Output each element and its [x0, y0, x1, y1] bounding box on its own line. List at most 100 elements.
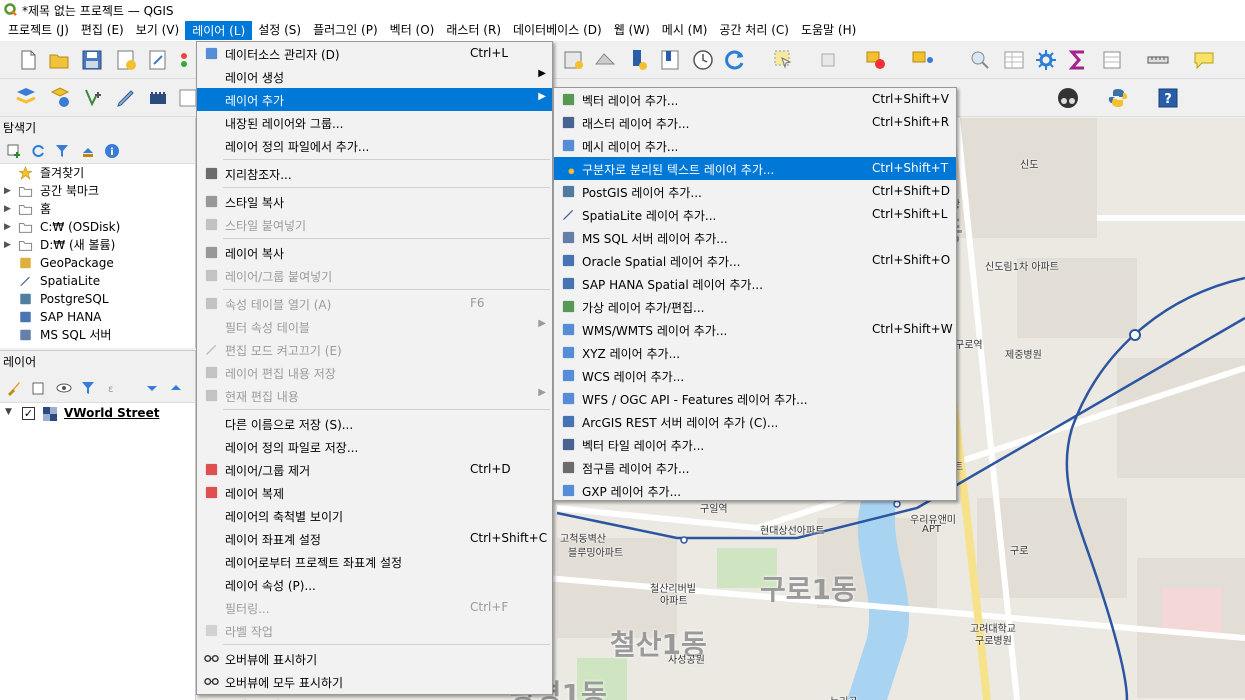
menu-11[interactable]: 공간 처리 (C): [713, 21, 795, 40]
add-layer-menu-item[interactable]: 점구름 레이어 추가...: [554, 456, 956, 479]
layer-menu-item[interactable]: 오버뷰에 모두 표시하기: [197, 670, 552, 693]
show-bookmarks-icon[interactable]: [658, 48, 682, 72]
browser-item[interactable]: SpatiaLite: [0, 272, 195, 290]
select-features-icon[interactable]: [772, 48, 796, 72]
layer-menu-item[interactable]: 레이어의 축척별 보이기: [197, 504, 552, 527]
add-layer-menu-item[interactable]: SAP HANA Spatial 레이어 추가...: [554, 272, 956, 295]
map-tips-icon[interactable]: [1192, 48, 1216, 72]
browser-item[interactable]: GeoPackage: [0, 254, 195, 272]
new-3d-view-icon[interactable]: [627, 48, 651, 72]
collapse-all-layers-icon[interactable]: [168, 380, 184, 396]
layer-menu-item[interactable]: 데이터소스 관리자 (D) Ctrl+L: [197, 42, 552, 65]
add-layer-menu-item[interactable]: GXP 레이어 추가...: [554, 479, 956, 502]
menu-7[interactable]: 래스터 (R): [440, 21, 507, 40]
add-layer-menu-item[interactable]: ArcGIS REST 서버 레이어 추가 (C)...: [554, 410, 956, 433]
statistics-sum-icon[interactable]: [1066, 48, 1090, 72]
add-layer-menu-item[interactable]: 벡터 레이어 추가... Ctrl+Shift+V: [554, 88, 956, 111]
layer-menu-item[interactable]: 내장된 레이어와 그룹...: [197, 111, 552, 134]
add-vector-layer-toolbar-icon[interactable]: [48, 86, 72, 110]
layer-menu-item[interactable]: 레이어 추가 ▶: [197, 88, 552, 111]
layer-menu-item[interactable]: 레이어 정의 파일에서 추가...: [197, 134, 552, 157]
layer-menu-item[interactable]: 레이어 복제: [197, 481, 552, 504]
manage-visibility-icon[interactable]: [56, 380, 72, 396]
menu-0[interactable]: 프로젝트 (J): [2, 21, 75, 40]
layer-visibility-checkbox[interactable]: ✓: [22, 407, 35, 420]
data-source-manager-icon[interactable]: [14, 86, 38, 110]
add-group-icon[interactable]: [30, 380, 46, 396]
add-layer-menu-item[interactable]: 벡터 타일 레이어 추가...: [554, 433, 956, 456]
menu-1[interactable]: 편집 (E): [75, 21, 130, 40]
plugin-manager-icon[interactable]: [1056, 86, 1080, 110]
help-contents-icon[interactable]: ?: [1156, 86, 1180, 110]
filter-icon[interactable]: [54, 143, 70, 159]
deselect-features-icon[interactable]: [864, 48, 888, 72]
menu-9[interactable]: 웹 (W): [608, 21, 656, 40]
add-layer-menu-item[interactable]: 래스터 레이어 추가... Ctrl+Shift+R: [554, 111, 956, 134]
layer-menu-item[interactable]: 다른 이름으로 저장 (S)...: [197, 412, 552, 435]
add-layer-menu-item[interactable]: WFS / OGC API - Features 레이어 추가...: [554, 387, 956, 410]
digitize-pencil-icon[interactable]: [114, 86, 138, 110]
browser-item[interactable]: 즐겨찾기: [0, 164, 195, 182]
add-layer-menu-item[interactable]: , 구분자로 분리된 텍스트 레이어 추가... Ctrl+Shift+T: [554, 157, 956, 180]
add-selected-icon[interactable]: [6, 143, 22, 159]
expand-arrow-icon[interactable]: ▶: [4, 182, 11, 200]
temporal-controller-icon[interactable]: [593, 48, 617, 72]
menu-4[interactable]: 설정 (S): [252, 21, 307, 40]
open-project-icon[interactable]: [48, 48, 72, 72]
layer-menu-item[interactable]: 지리참조자...: [197, 162, 552, 185]
add-layer-menu-item[interactable]: WMS/WMTS 레이어 추가... Ctrl+Shift+W: [554, 318, 956, 341]
gps-device-icon[interactable]: [146, 86, 170, 110]
layout-manager-icon[interactable]: [146, 48, 170, 72]
expand-arrow-icon[interactable]: ▶: [4, 236, 11, 254]
layer-row[interactable]: ▼ ✓ VWorld Street: [0, 403, 195, 425]
layer-menu-item[interactable]: 레이어 정의 파일로 저장...: [197, 435, 552, 458]
expand-all-icon[interactable]: [144, 380, 160, 396]
new-shapefile-icon[interactable]: [82, 86, 106, 110]
measure-line-icon[interactable]: [1146, 48, 1170, 72]
layer-menu-item[interactable]: 오버뷰에서 모두 감추기: [197, 693, 552, 700]
open-field-calculator-icon[interactable]: [1100, 48, 1124, 72]
new-bookmark-icon[interactable]: [562, 48, 586, 72]
filter-expression-icon[interactable]: ε: [106, 380, 122, 396]
add-layer-menu-item[interactable]: XYZ 레이어 추가...: [554, 341, 956, 364]
info-icon[interactable]: i: [104, 143, 120, 159]
browser-item[interactable]: SAP HANA: [0, 308, 195, 326]
layer-styling-icon[interactable]: [6, 380, 22, 396]
new-project-icon[interactable]: [16, 48, 40, 72]
menu-12[interactable]: 도움말 (H): [795, 21, 862, 40]
menu-8[interactable]: 데이터베이스 (D): [507, 21, 608, 40]
browser-item[interactable]: MS SQL 서버: [0, 326, 195, 344]
identify-features-icon[interactable]: [968, 48, 992, 72]
layer-menu-item[interactable]: 레이어 복사: [197, 241, 552, 264]
browser-refresh-icon[interactable]: [30, 143, 46, 159]
collapse-arrow-icon[interactable]: ▼: [5, 407, 12, 417]
menu-5[interactable]: 플러그인 (P): [307, 21, 384, 40]
add-layer-menu-item[interactable]: 메시 레이어 추가...: [554, 134, 956, 157]
select-by-value-icon[interactable]: [818, 48, 842, 72]
collapse-all-icon[interactable]: [80, 143, 96, 159]
menu-6[interactable]: 벡터 (O): [384, 21, 441, 40]
layer-menu-item[interactable]: 레이어 좌표계 설정 Ctrl+Shift+C: [197, 527, 552, 550]
browser-item[interactable]: PostgreSQL: [0, 290, 195, 308]
layer-menu-item[interactable]: 오버뷰에 표시하기: [197, 647, 552, 670]
expand-arrow-icon[interactable]: ▶: [4, 218, 11, 236]
layer-menu-item[interactable]: 레이어로부터 프로젝트 좌표계 설정: [197, 550, 552, 573]
add-layer-menu-item[interactable]: SpatiaLite 레이어 추가... Ctrl+Shift+L: [554, 203, 956, 226]
python-console-icon[interactable]: [1106, 86, 1130, 110]
processing-toolbox-icon[interactable]: [1034, 48, 1058, 72]
layer-menu-item[interactable]: 스타일 복사: [197, 190, 552, 213]
save-project-icon[interactable]: [80, 48, 104, 72]
expand-arrow-icon[interactable]: ▶: [4, 200, 11, 218]
browser-item[interactable]: ▶ 홈: [0, 200, 195, 218]
select-location-icon[interactable]: [910, 48, 934, 72]
layer-menu-item[interactable]: 레이어/그룹 제거 Ctrl+D: [197, 458, 552, 481]
attribute-table-toolbar-icon[interactable]: [1002, 48, 1026, 72]
add-layer-menu-item[interactable]: WCS 레이어 추가...: [554, 364, 956, 387]
clock-icon[interactable]: [691, 48, 715, 72]
browser-item[interactable]: ▶ D:₩ (새 볼륨): [0, 236, 195, 254]
add-layer-menu-item[interactable]: 가상 레이어 추가/편집...: [554, 295, 956, 318]
layer-menu-item[interactable]: 레이어 속성 (P)...: [197, 573, 552, 596]
refresh-icon[interactable]: [723, 48, 747, 72]
menu-2[interactable]: 보기 (V): [130, 21, 185, 40]
add-layer-menu-item[interactable]: MS SQL 서버 레이어 추가...: [554, 226, 956, 249]
